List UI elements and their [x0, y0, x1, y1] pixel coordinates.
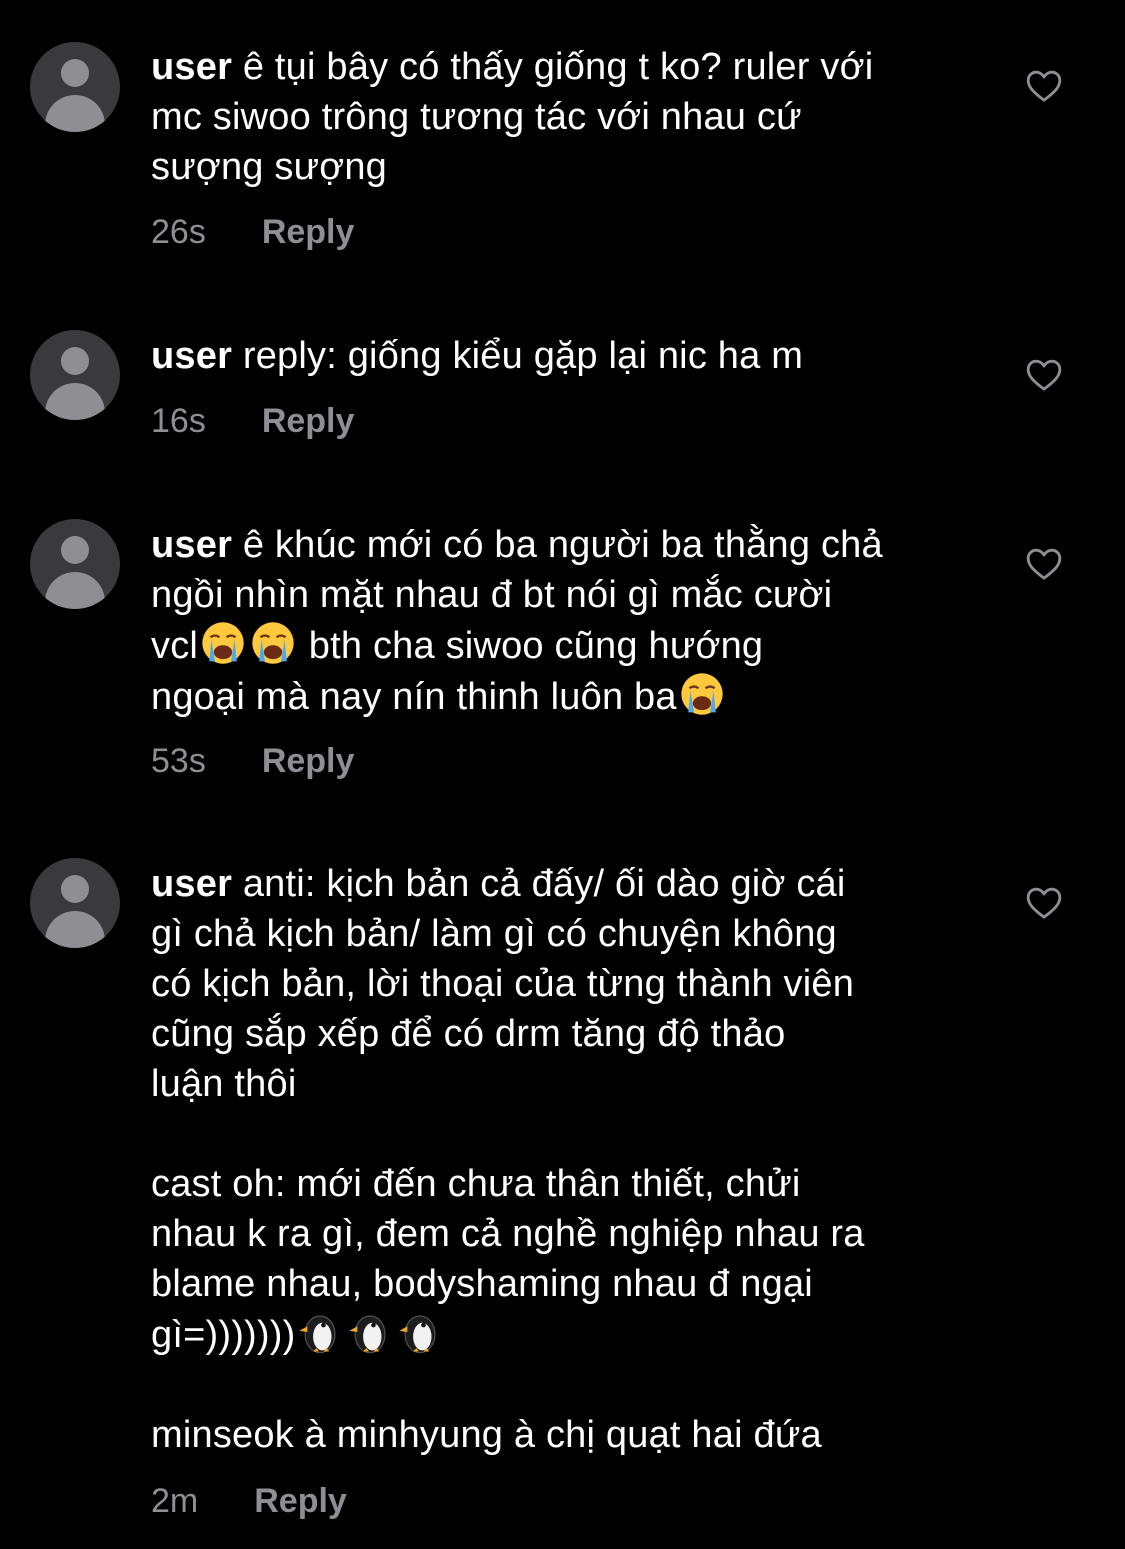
comment-meta: 53s Reply [151, 741, 354, 781]
heart-icon[interactable] [1024, 355, 1064, 395]
penguin-icon [299, 1315, 336, 1354]
avatar[interactable] [30, 519, 120, 609]
comment-text: user ê tụi bây có thấy giống t ko? ruler… [151, 42, 971, 192]
comment-body-part-2: minseok à minhyung à chị quạt hai đứa [151, 1414, 822, 1456]
crying-face-icon [252, 622, 294, 664]
username[interactable]: user [151, 335, 232, 377]
comment-body: reply: giống kiểu gặp lại nic ha m [232, 335, 804, 377]
reply-button[interactable]: Reply [254, 1481, 347, 1521]
username[interactable]: user [151, 524, 232, 566]
comment-meta: 26s Reply [151, 212, 354, 252]
reply-button[interactable]: Reply [262, 401, 355, 441]
crying-face-icon [681, 673, 723, 715]
penguin-icon [399, 1315, 436, 1354]
timestamp: 53s [151, 742, 206, 780]
penguin-icon [349, 1315, 386, 1354]
heart-icon[interactable] [1024, 883, 1064, 923]
comment-meta: 16s Reply [151, 401, 354, 441]
comment-text: user anti: kịch bản cả đấy/ ối dào giờ c… [151, 859, 971, 1460]
heart-icon[interactable] [1024, 544, 1064, 584]
avatar[interactable] [30, 330, 120, 420]
username[interactable]: user [151, 863, 232, 905]
reply-button[interactable]: Reply [262, 741, 355, 781]
crying-face-icon [202, 622, 244, 664]
heart-icon[interactable] [1024, 66, 1064, 106]
avatar[interactable] [30, 42, 120, 132]
comment-body: ê tụi bây có thấy giống t ko? ruler với … [151, 46, 874, 188]
comment-text: user reply: giống kiểu gặp lại nic ha m [151, 331, 971, 381]
avatar[interactable] [30, 858, 120, 948]
timestamp: 16s [151, 402, 206, 440]
reply-button[interactable]: Reply [262, 212, 355, 252]
comment-meta: 2m Reply [151, 1481, 347, 1521]
timestamp: 26s [151, 213, 206, 251]
username[interactable]: user [151, 46, 232, 88]
timestamp: 2m [151, 1482, 199, 1520]
comment-body-part-1: anti: kịch bản cả đấy/ ối dào giờ cái gì… [151, 863, 865, 1356]
comment-text: user ê khúc mới có ba người ba thằng chả… [151, 520, 971, 722]
